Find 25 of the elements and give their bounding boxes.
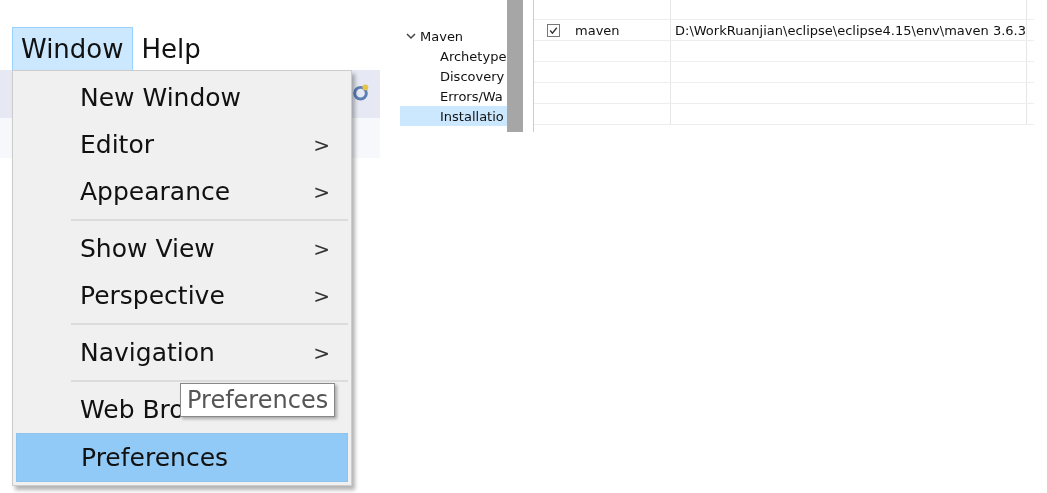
chevron-icon: [406, 31, 416, 41]
table-cell: D:\WorkRuanjian\eclipse\eclipse4.15\env\maven 3.6.3: [675, 22, 1026, 38]
menu-item[interactable]: Perspective >: [16, 272, 348, 319]
table-cell: maven: [575, 22, 620, 38]
scrollbar[interactable]: [507, 0, 523, 132]
menu-bar-item[interactable]: Window: [12, 27, 133, 71]
submenu-arrow: >: [313, 340, 330, 365]
tree-item[interactable]: Installatio: [400, 106, 507, 126]
tree-item[interactable]: Discovery: [400, 66, 507, 86]
tree-item[interactable]: Archetype: [400, 46, 507, 66]
submenu-arrow: >: [313, 283, 330, 308]
menu-item[interactable]: Editor >: [16, 121, 348, 168]
tooltip: Preferences: [180, 383, 336, 417]
menu-item[interactable]: Navigation >: [16, 329, 348, 376]
menu-bar-item[interactable]: Help: [132, 27, 210, 71]
submenu-arrow: >: [313, 236, 330, 261]
menu-item[interactable]: Show View >: [16, 225, 348, 272]
tree-item[interactable]: Maven: [400, 26, 507, 46]
submenu-arrow: >: [313, 179, 330, 204]
menu-item[interactable]: Appearance >: [16, 168, 348, 215]
tree-item[interactable]: Errors/Wa: [400, 86, 507, 106]
checkbox[interactable]: [547, 23, 560, 37]
menu-item[interactable]: New Window: [16, 74, 348, 121]
menu-item[interactable]: Preferences: [16, 433, 348, 482]
submenu-arrow: >: [313, 132, 330, 157]
